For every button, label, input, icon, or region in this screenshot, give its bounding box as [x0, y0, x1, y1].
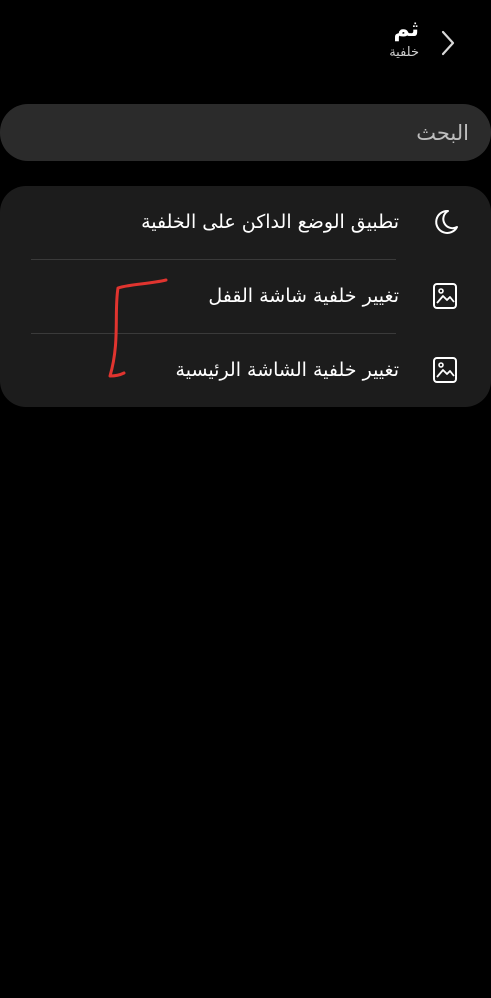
red-annotation-mark — [108, 278, 168, 378]
page-title: ثم — [393, 17, 419, 42]
menu-item-home-screen-wallpaper[interactable]: تغيير خلفية الشاشة الرئيسية — [0, 334, 491, 406]
menu-item-dark-mode-wallpaper[interactable]: تطبيق الوضع الداكن على الخلفية — [0, 186, 491, 258]
header-title-block: ثم خلفية — [389, 16, 419, 62]
menu-item-label: تطبيق الوضع الداكن على الخلفية — [141, 211, 399, 233]
search-placeholder: البحث — [416, 120, 469, 145]
back-button[interactable] — [433, 28, 463, 58]
search-input[interactable]: البحث — [0, 104, 491, 161]
menu-item-label: تغيير خلفية شاشة القفل — [208, 285, 399, 307]
chevron-right-icon — [441, 30, 455, 56]
moon-icon — [429, 206, 461, 238]
menu-item-label: تغيير خلفية الشاشة الرئيسية — [175, 359, 399, 381]
menu-item-lock-screen-wallpaper[interactable]: تغيير خلفية شاشة القفل — [0, 260, 491, 332]
page-subtitle: خلفية — [389, 45, 419, 60]
image-icon — [429, 280, 461, 312]
image-icon — [429, 354, 461, 386]
header-bar: ثم خلفية — [0, 14, 491, 74]
menu-card: تطبيق الوضع الداكن على الخلفية تغيير خلف… — [0, 186, 491, 407]
